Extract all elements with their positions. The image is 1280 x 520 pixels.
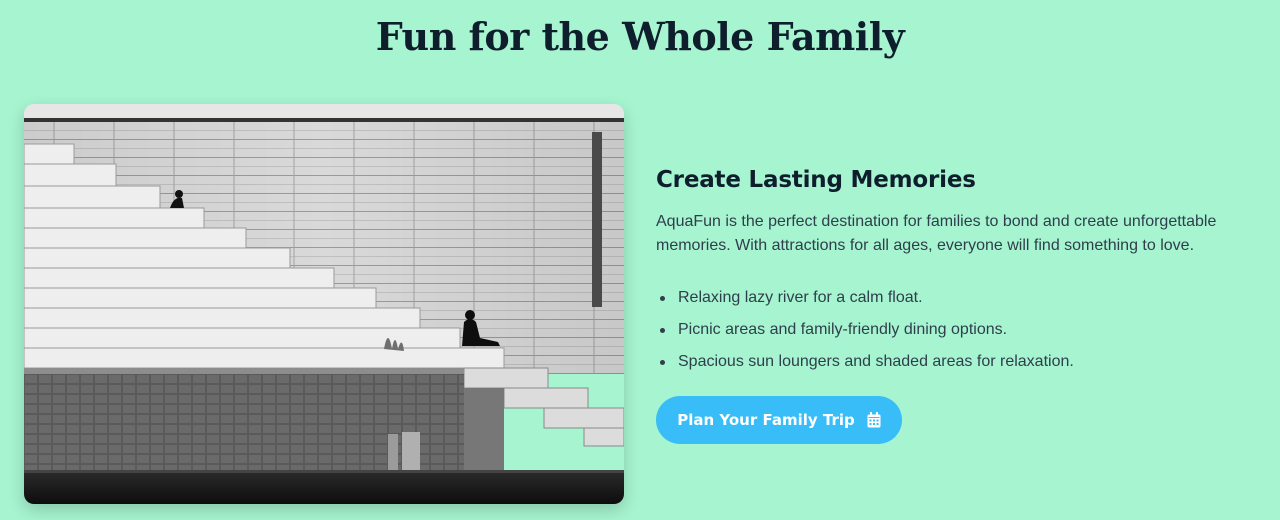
plan-trip-button-label: Plan Your Family Trip xyxy=(677,411,855,429)
list-item: Picnic areas and family-friendly dining … xyxy=(660,314,1256,346)
section-title: Fun for the Whole Family xyxy=(375,14,905,59)
list-item: Relaxing lazy river for a calm float. xyxy=(660,282,1256,314)
feature-list: Relaxing lazy river for a calm float. Pi… xyxy=(656,282,1256,378)
list-item: Spacious sun loungers and shaded areas f… xyxy=(660,346,1256,378)
plan-trip-button[interactable]: Plan Your Family Trip xyxy=(656,396,902,444)
feature-description: AquaFun is the perfect destination for f… xyxy=(656,213,1217,254)
family-stairs-photo xyxy=(24,104,624,504)
feature-content: Create Lasting Memories AquaFun is the p… xyxy=(656,160,1256,378)
calendar-icon xyxy=(867,412,881,428)
feature-heading: Create Lasting Memories xyxy=(656,167,976,193)
